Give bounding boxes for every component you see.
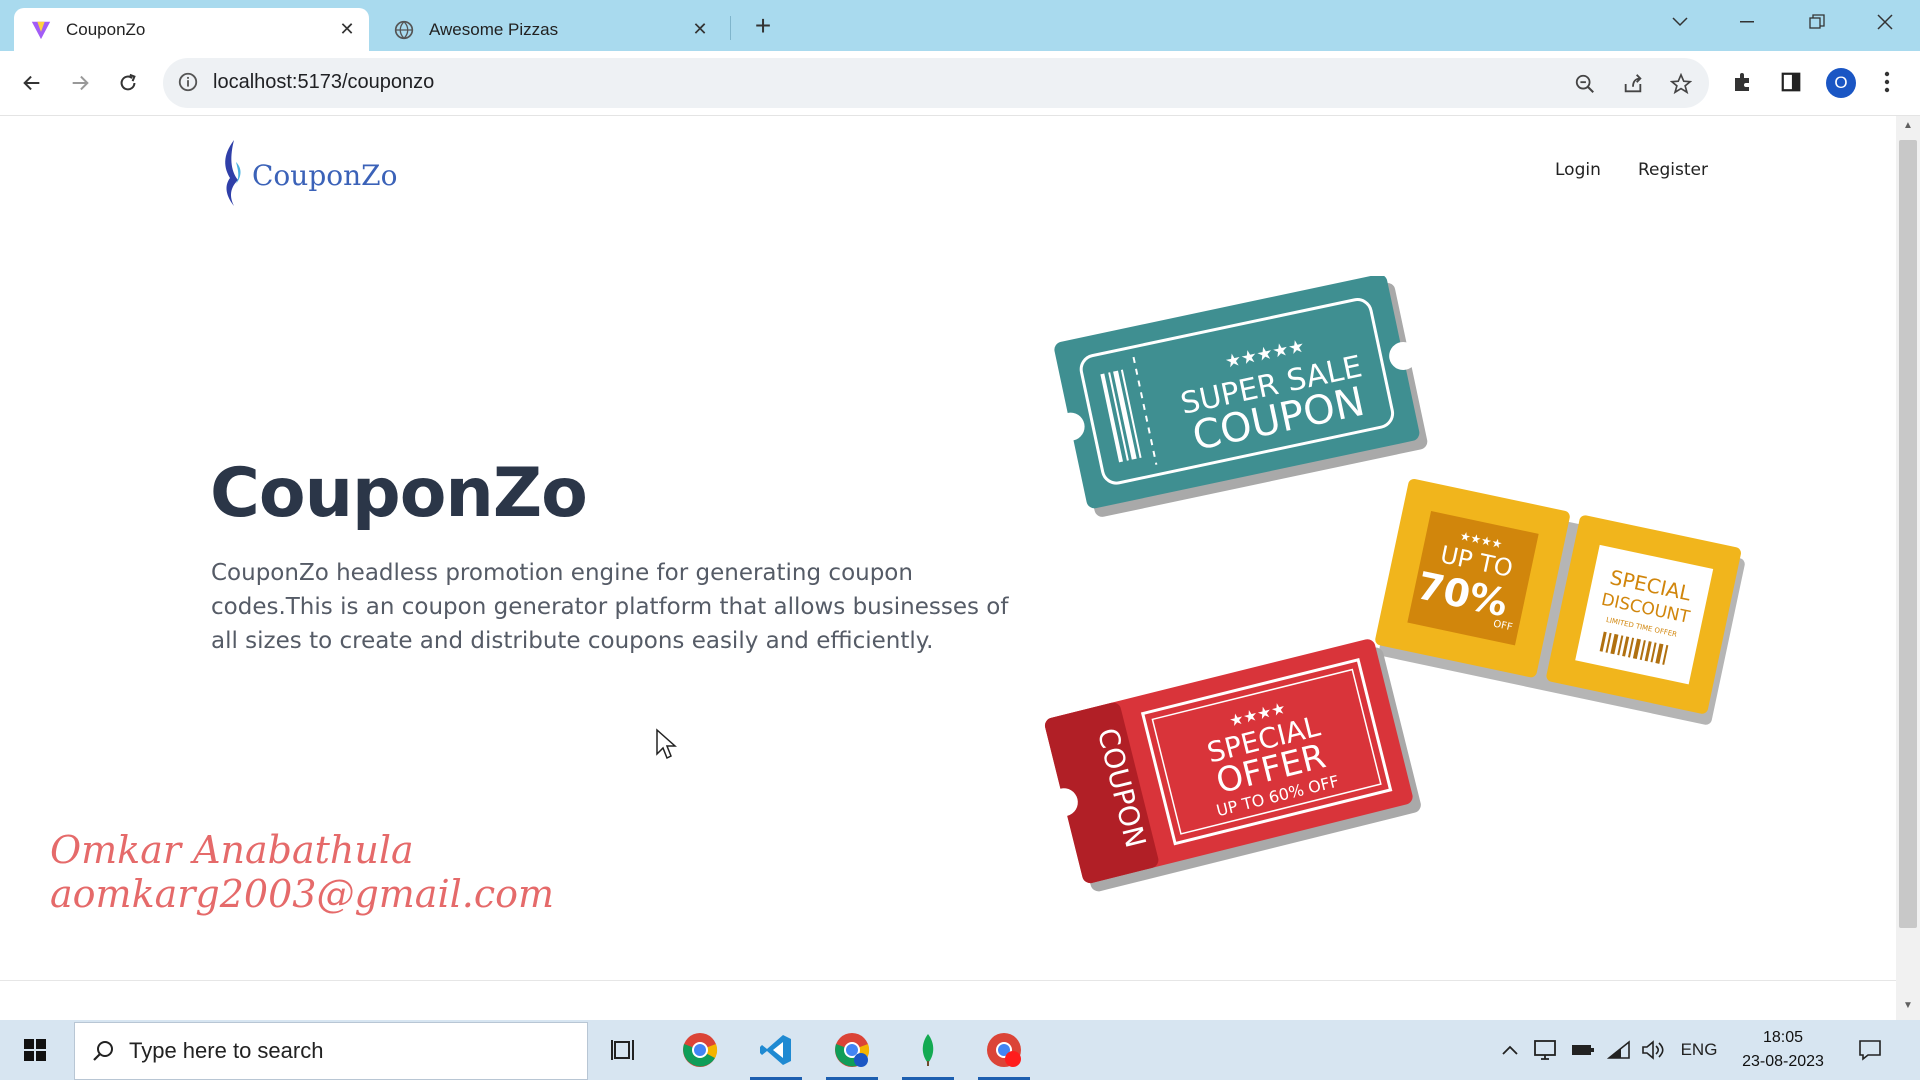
scroll-down-arrow-icon[interactable]: ▼	[1900, 1000, 1916, 1016]
scroll-up-arrow-icon[interactable]: ▲	[1900, 120, 1916, 136]
search-placeholder: Type here to search	[129, 1038, 324, 1063]
url-text[interactable]: localhost:5173/couponzo	[213, 71, 434, 94]
tab-separator	[730, 16, 731, 40]
mongodb-taskbar-app[interactable]	[896, 1020, 960, 1080]
side-panel-icon[interactable]	[1774, 65, 1808, 99]
mongodb-leaf-icon	[922, 1034, 934, 1066]
wifi-icon[interactable]	[1604, 1020, 1634, 1080]
vite-icon	[30, 19, 52, 41]
tab-couponzo[interactable]: CouponZo ✕	[14, 8, 369, 51]
coupon-illustration: ★★★★★ SUPER SALE COUPON ★★★★ UP TO 70% O…	[1044, 276, 1745, 892]
page-viewport: CouponZo Login Register CouponZo CouponZ…	[0, 116, 1896, 1020]
back-button[interactable]	[14, 65, 50, 101]
clock-date: 23-08-2023	[1742, 1053, 1824, 1070]
zoom-icon[interactable]	[1571, 70, 1599, 98]
mouse-cursor-icon	[656, 728, 677, 760]
tab-awesome-pizzas[interactable]: Awesome Pizzas ✕	[377, 8, 722, 51]
share-icon[interactable]	[1619, 70, 1647, 98]
tab-title: CouponZo	[66, 19, 146, 39]
reload-button[interactable]	[110, 65, 146, 101]
restore-button[interactable]	[1797, 8, 1837, 36]
tab-search-icon[interactable]	[1660, 8, 1700, 36]
browser-tab-bar: CouponZo ✕ Awesome Pizzas ✕ +	[0, 0, 1920, 51]
site-info-icon[interactable]	[177, 71, 201, 95]
search-icon	[93, 1041, 113, 1061]
screen-recorder-icon	[987, 1033, 1021, 1067]
profile-avatar[interactable]: O	[1826, 68, 1856, 98]
logo-flame-icon	[218, 138, 248, 213]
super-sale-coupon: ★★★★★ SUPER SALE COUPON	[1054, 276, 1428, 517]
chrome-profile-icon	[835, 1033, 870, 1067]
login-link[interactable]: Login	[1555, 160, 1601, 180]
new-tab-button[interactable]: +	[748, 12, 778, 42]
volume-icon[interactable]	[1638, 1020, 1668, 1080]
register-link[interactable]: Register	[1638, 160, 1708, 180]
windows-icon	[24, 1039, 46, 1061]
close-tab-icon[interactable]: ✕	[688, 18, 712, 42]
close-window-button[interactable]	[1865, 8, 1905, 36]
tab-title: Awesome Pizzas	[429, 19, 559, 39]
address-bar[interactable]: localhost:5173/couponzo	[163, 58, 1709, 108]
chrome-taskbar-app[interactable]	[668, 1020, 732, 1080]
language-indicator[interactable]: ENG	[1674, 1020, 1724, 1080]
extensions-icon[interactable]	[1726, 65, 1760, 99]
divider	[0, 980, 1896, 981]
hero-description: CouponZo headless promotion engine for g…	[211, 560, 1009, 654]
monitor-tray-icon[interactable]	[1530, 1020, 1560, 1080]
chrome-profile-taskbar-app[interactable]	[820, 1020, 884, 1080]
globe-icon	[393, 19, 415, 41]
vscode-icon	[760, 1035, 791, 1065]
vscode-taskbar-app[interactable]	[744, 1020, 808, 1080]
signature-name: Omkar Anabathula	[50, 828, 414, 872]
discount-coupon: ★★★★ UP TO 70% OFF SPECIAL DISCOUNT LIMI…	[1375, 478, 1745, 725]
more-menu-icon[interactable]	[1870, 65, 1904, 99]
taskbar-search-input[interactable]: Type here to search	[74, 1022, 588, 1080]
start-button[interactable]	[0, 1020, 70, 1080]
special-offer-coupon: COUPON ★★★★ SPECIAL OFFER UP TO 60% OFF	[1044, 639, 1421, 892]
chrome-icon	[683, 1033, 718, 1067]
task-view-button[interactable]	[592, 1020, 656, 1080]
hero-title: CouponZo	[210, 454, 588, 533]
windows-taskbar: Type here to search ENG 18:05 23-08-2023	[0, 1020, 1920, 1080]
forward-button[interactable]	[62, 65, 98, 101]
logo-text: CouponZo	[252, 159, 398, 192]
bookmark-star-icon[interactable]	[1667, 70, 1695, 98]
task-view-icon	[611, 1040, 634, 1060]
browser-toolbar: localhost:5173/couponzo O	[0, 51, 1920, 116]
recorder-taskbar-app[interactable]	[972, 1020, 1036, 1080]
battery-icon[interactable]	[1568, 1020, 1598, 1080]
scrollbar-thumb[interactable]	[1899, 140, 1917, 928]
notifications-icon[interactable]	[1852, 1020, 1888, 1080]
close-tab-icon[interactable]: ✕	[335, 18, 359, 42]
signature-email: aomkarg2003@gmail.com	[50, 872, 555, 916]
site-logo[interactable]: CouponZo	[218, 138, 397, 213]
minimize-button[interactable]	[1727, 8, 1767, 36]
taskbar-clock[interactable]: 18:05 23-08-2023	[1728, 1026, 1838, 1074]
show-hidden-icons-button[interactable]	[1496, 1020, 1524, 1080]
clock-time: 18:05	[1762, 1029, 1804, 1046]
